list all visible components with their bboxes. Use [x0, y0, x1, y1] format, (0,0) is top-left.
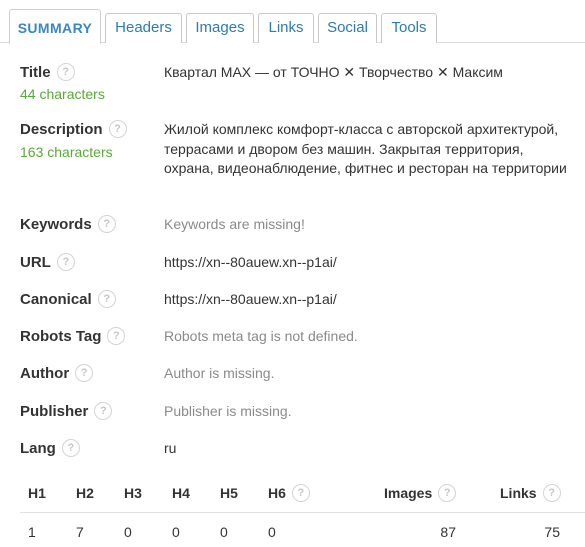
stats-value-h5: 0 — [220, 524, 228, 540]
stats-header-h1: H1 — [28, 485, 46, 501]
title-value: Квартал MAX — от ТОЧНО ✕ Творчество ✕ Ма… — [164, 64, 503, 80]
canonical-value: https://xn--80auew.xn--p1ai/ — [164, 291, 337, 307]
stats-header-h6-row: H6? — [268, 484, 310, 503]
stats-header-images-row: Images? — [384, 484, 457, 503]
stats-value-h1: 1 — [28, 524, 36, 540]
help-icon[interactable]: ? — [97, 290, 116, 309]
stats-header-h4: H4 — [172, 485, 190, 501]
help-icon[interactable]: ? — [56, 63, 75, 82]
title-char-count: 44 characters — [20, 86, 105, 102]
description-char-count: 163 characters — [20, 144, 113, 160]
url-value: https://xn--80auew.xn--p1ai/ — [164, 254, 337, 270]
stats-header-h2: H2 — [76, 485, 94, 501]
author-value: Author is missing. — [164, 365, 275, 381]
tab-bar: SUMMARY Headers Images Links Social Tool… — [0, 0, 585, 44]
tab-summary[interactable]: SUMMARY — [9, 9, 101, 44]
url-label-row: URL? — [20, 253, 75, 272]
publisher-label-row: Publisher? — [20, 402, 113, 421]
robots-label: Robots Tag — [20, 328, 102, 345]
canonical-label-row: Canonical? — [20, 290, 116, 309]
stats-value-h2: 7 — [76, 524, 84, 540]
stats-divider — [20, 512, 585, 513]
lang-value: ru — [164, 440, 177, 456]
keywords-label: Keywords — [20, 216, 92, 233]
robots-label-row: Robots Tag? — [20, 327, 126, 346]
help-icon[interactable]: ? — [438, 484, 457, 503]
url-label: URL — [20, 254, 51, 271]
author-label: Author — [20, 365, 70, 382]
stats-header-links: Links — [500, 485, 537, 501]
author-label-row: Author? — [20, 364, 94, 383]
description-value: Жилой комплекс комфорт-класса с авторско… — [164, 121, 567, 176]
tab-tools[interactable]: Tools — [381, 13, 437, 43]
stats-header-links-row: Links? — [500, 484, 561, 503]
canonical-label: Canonical — [20, 291, 92, 308]
help-icon[interactable]: ? — [97, 215, 116, 234]
lang-label: Lang — [20, 440, 56, 457]
help-icon[interactable]: ? — [75, 364, 94, 383]
lang-label-row: Lang? — [20, 439, 80, 458]
robots-value: Robots meta tag is not defined. — [164, 328, 358, 344]
tab-images[interactable]: Images — [186, 13, 254, 43]
title-label-row: Title? — [20, 63, 75, 82]
help-icon[interactable]: ? — [107, 327, 126, 346]
keywords-label-row: Keywords? — [20, 215, 116, 234]
stats-header-h3: H3 — [124, 485, 142, 501]
description-label-row: Description? — [20, 120, 127, 139]
stats-value-images: 87 — [440, 524, 456, 540]
description-label: Description — [20, 121, 103, 138]
stats-header-images: Images — [384, 485, 433, 501]
tab-links[interactable]: Links — [258, 13, 314, 43]
help-icon[interactable]: ? — [94, 402, 113, 421]
stats-value-h4: 0 — [172, 524, 180, 540]
stats-header-h6: H6 — [268, 485, 286, 501]
tab-headers[interactable]: Headers — [105, 13, 182, 43]
help-icon[interactable]: ? — [61, 439, 80, 458]
stats-value-links: 75 — [544, 524, 560, 540]
stats-header-h5: H5 — [220, 485, 238, 501]
publisher-value: Publisher is missing. — [164, 403, 292, 419]
keywords-value: Keywords are missing! — [164, 216, 305, 232]
title-label: Title — [20, 64, 51, 81]
help-icon[interactable]: ? — [108, 120, 127, 139]
help-icon[interactable]: ? — [56, 253, 75, 272]
help-icon[interactable]: ? — [291, 484, 310, 503]
tab-social[interactable]: Social — [318, 13, 377, 43]
stats-value-h3: 0 — [124, 524, 132, 540]
publisher-label: Publisher — [20, 403, 89, 420]
stats-value-h6: 0 — [268, 524, 276, 540]
help-icon[interactable]: ? — [542, 484, 561, 503]
